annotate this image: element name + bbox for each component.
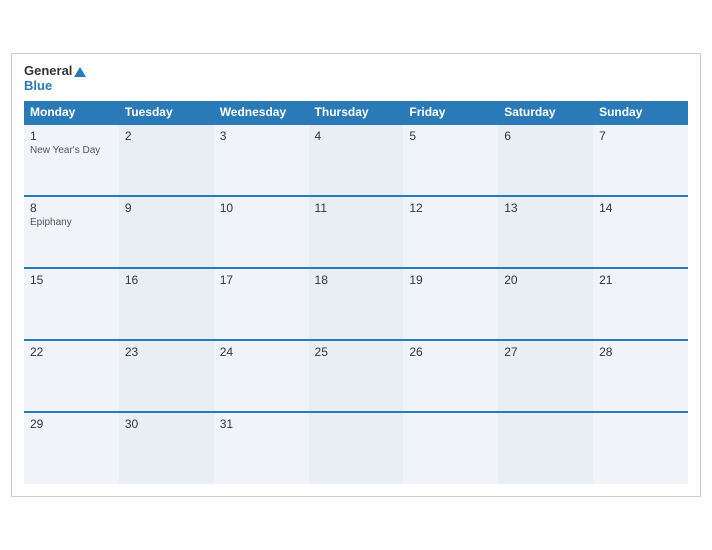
calendar-table: MondayTuesdayWednesdayThursdayFridaySatu… (24, 101, 688, 484)
day-number: 25 (315, 345, 398, 359)
day-number: 22 (30, 345, 113, 359)
calendar-cell: 17 (214, 268, 309, 340)
day-number: 12 (409, 201, 492, 215)
weekday-header-friday: Friday (403, 101, 498, 124)
holiday-label: New Year's Day (30, 145, 113, 156)
day-number: 23 (125, 345, 208, 359)
weekday-header-monday: Monday (24, 101, 119, 124)
weekday-header-tuesday: Tuesday (119, 101, 214, 124)
day-number: 16 (125, 273, 208, 287)
calendar-thead: MondayTuesdayWednesdayThursdayFridaySatu… (24, 101, 688, 124)
calendar-cell: 13 (498, 196, 593, 268)
day-number: 8 (30, 201, 113, 215)
calendar-cell: 25 (309, 340, 404, 412)
weekday-header-row: MondayTuesdayWednesdayThursdayFridaySatu… (24, 101, 688, 124)
calendar-cell: 21 (593, 268, 688, 340)
calendar-cell: 10 (214, 196, 309, 268)
calendar-week-row: 15 16 17 18 19 20 21 (24, 268, 688, 340)
calendar-cell: 5 (403, 124, 498, 196)
calendar-cell: 11 (309, 196, 404, 268)
calendar-cell: 23 (119, 340, 214, 412)
calendar-container: General Blue MondayTuesdayWednesdayThurs… (11, 53, 701, 497)
calendar-cell: 12 (403, 196, 498, 268)
day-number: 15 (30, 273, 113, 287)
day-number: 30 (125, 417, 208, 431)
day-number: 19 (409, 273, 492, 287)
day-number: 10 (220, 201, 303, 215)
calendar-cell (403, 412, 498, 484)
logo-general-text: General (24, 64, 86, 78)
day-number: 26 (409, 345, 492, 359)
weekday-header-sunday: Sunday (593, 101, 688, 124)
day-number: 3 (220, 129, 303, 143)
day-number: 24 (220, 345, 303, 359)
day-number: 9 (125, 201, 208, 215)
day-number: 14 (599, 201, 682, 215)
day-number: 13 (504, 201, 587, 215)
day-number: 1 (30, 129, 113, 143)
day-number: 27 (504, 345, 587, 359)
calendar-week-row: 1 New Year's Day 234567 (24, 124, 688, 196)
calendar-cell: 20 (498, 268, 593, 340)
calendar-cell (309, 412, 404, 484)
day-number: 21 (599, 273, 682, 287)
day-number: 29 (30, 417, 113, 431)
weekday-header-thursday: Thursday (309, 101, 404, 124)
day-number: 4 (315, 129, 398, 143)
calendar-cell: 1 New Year's Day (24, 124, 119, 196)
calendar-cell: 28 (593, 340, 688, 412)
day-number: 7 (599, 129, 682, 143)
calendar-week-row: 29 30 31 (24, 412, 688, 484)
calendar-header: General Blue (24, 64, 688, 93)
day-number: 11 (315, 201, 398, 215)
calendar-cell: 14 (593, 196, 688, 268)
calendar-cell: 29 (24, 412, 119, 484)
calendar-tbody: 1New Year's Day2345678Epiphany9101112131… (24, 124, 688, 484)
calendar-cell: 27 (498, 340, 593, 412)
day-number: 6 (504, 129, 587, 143)
weekday-header-saturday: Saturday (498, 101, 593, 124)
calendar-cell: 18 (309, 268, 404, 340)
calendar-cell (498, 412, 593, 484)
day-number: 28 (599, 345, 682, 359)
calendar-cell: 24 (214, 340, 309, 412)
calendar-cell: 26 (403, 340, 498, 412)
calendar-cell (593, 412, 688, 484)
calendar-week-row: 8 Epiphany 9 10 11 12 13 14 (24, 196, 688, 268)
logo-triangle-icon (74, 67, 86, 77)
calendar-cell: 6 (498, 124, 593, 196)
calendar-cell: 4 (309, 124, 404, 196)
calendar-cell: 19 (403, 268, 498, 340)
day-number: 20 (504, 273, 587, 287)
day-number: 2 (125, 129, 208, 143)
calendar-cell: 9 (119, 196, 214, 268)
calendar-cell: 15 (24, 268, 119, 340)
calendar-cell: 22 (24, 340, 119, 412)
calendar-cell: 16 (119, 268, 214, 340)
holiday-label: Epiphany (30, 217, 113, 228)
logo: General Blue (24, 64, 86, 93)
calendar-cell: 2 (119, 124, 214, 196)
calendar-cell: 31 (214, 412, 309, 484)
calendar-cell: 7 (593, 124, 688, 196)
calendar-week-row: 22 23 24 25 26 27 28 (24, 340, 688, 412)
calendar-cell: 30 (119, 412, 214, 484)
day-number: 18 (315, 273, 398, 287)
calendar-cell: 3 (214, 124, 309, 196)
calendar-cell: 8 Epiphany (24, 196, 119, 268)
day-number: 5 (409, 129, 492, 143)
logo-blue-text: Blue (24, 79, 86, 93)
weekday-header-wednesday: Wednesday (214, 101, 309, 124)
day-number: 31 (220, 417, 303, 431)
day-number: 17 (220, 273, 303, 287)
